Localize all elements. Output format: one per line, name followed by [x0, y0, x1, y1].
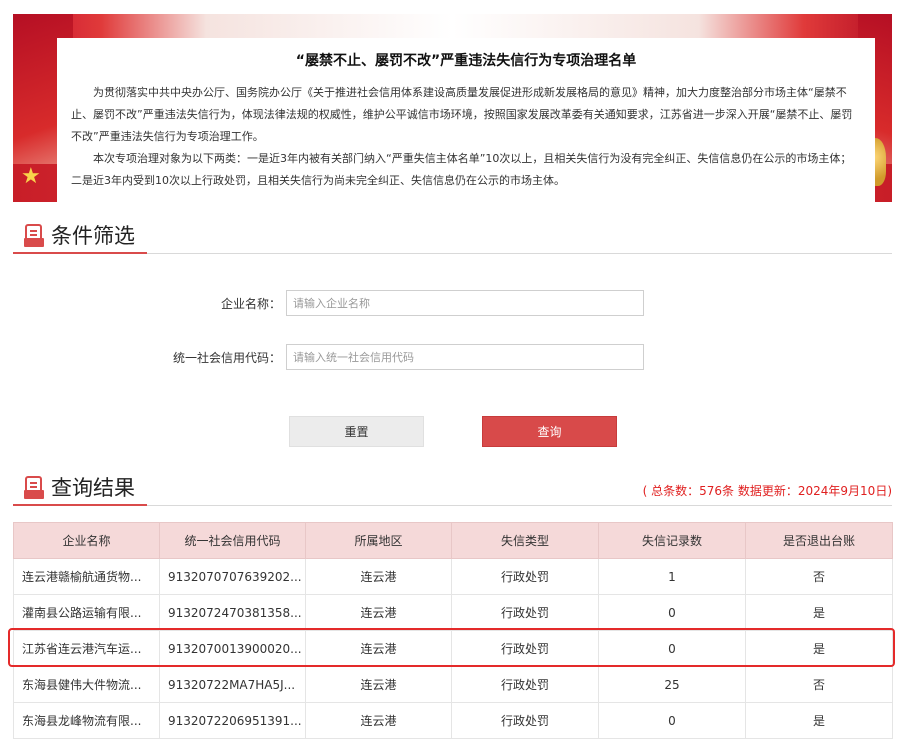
- query-button[interactable]: 查询: [482, 416, 617, 447]
- region-cell: 连云港: [305, 594, 452, 631]
- table-row[interactable]: 东海县龙峰物流有限... 9132072206951391... 连云港 行政处…: [13, 702, 893, 739]
- count-cell: 0: [598, 594, 746, 631]
- results-table: 企业名称 统一社会信用代码 所属地区 失信类型 失信记录数 是否退出台账 连云港…: [13, 522, 893, 739]
- document-list-icon: [23, 224, 45, 248]
- exited-cell: 是: [745, 630, 893, 667]
- region-cell: 连云港: [305, 702, 452, 739]
- table-header-row: 企业名称 统一社会信用代码 所属地区 失信类型 失信记录数 是否退出台账: [13, 522, 893, 559]
- notice-paragraph-2: 本次专项治理对象为以下两类：一是近3年内被有关部门纳入“严重失信主体名单”10次…: [71, 152, 852, 187]
- exited-cell: 是: [745, 594, 893, 631]
- column-header-count[interactable]: 失信记录数: [598, 522, 746, 559]
- credit-code-cell: 9132072206951391...: [159, 702, 306, 739]
- count-cell: 0: [598, 702, 746, 739]
- filter-section-title: 条件筛选: [51, 224, 135, 248]
- star-icon: ★: [21, 164, 41, 189]
- filter-section-header: 条件筛选: [13, 218, 892, 254]
- results-section-header: 查询结果 ( 总条数：576条 数据更新：2024年9月10日): [13, 470, 892, 506]
- company-name-cell[interactable]: 连云港赣榆航通货物...: [13, 558, 160, 595]
- notice-title: “屡禁不止、屡罚不改”严重违法失信行为专项治理名单: [295, 53, 637, 69]
- company-name-cell[interactable]: 灌南县公路运输有限...: [13, 594, 160, 631]
- credit-code-cell: 9132070707639202...: [159, 558, 306, 595]
- section-underline-accent: [13, 504, 147, 506]
- credit-code-cell: 91320722MA7HA5J...: [159, 666, 306, 703]
- count-cell: 25: [598, 666, 746, 703]
- company-name-input[interactable]: [286, 290, 644, 316]
- reset-button[interactable]: 重置: [289, 416, 424, 447]
- exited-cell: 是: [745, 702, 893, 739]
- region-cell: 连云港: [305, 666, 452, 703]
- exited-cell: 否: [745, 558, 893, 595]
- count-cell: 1: [598, 558, 746, 595]
- banner: ★ “屡禁不止、屡罚不改”严重违法失信行为专项治理名单 为贯彻落实中共中央办公厅…: [13, 14, 892, 202]
- type-cell: 行政处罚: [451, 594, 599, 631]
- credit-code-row: 统一社会信用代码：: [0, 344, 905, 370]
- credit-code-label: 统一社会信用代码：: [172, 351, 281, 365]
- company-name-cell[interactable]: 东海县健伟大件物流...: [13, 666, 160, 703]
- exited-cell: 否: [745, 666, 893, 703]
- section-underline-accent: [13, 252, 147, 254]
- company-name-row: 企业名称：: [0, 290, 905, 316]
- company-name-cell[interactable]: 东海县龙峰物流有限...: [13, 702, 160, 739]
- column-header-credit-code[interactable]: 统一社会信用代码: [159, 522, 306, 559]
- column-header-region[interactable]: 所属地区: [305, 522, 452, 559]
- table-row-highlighted[interactable]: 江苏省连云港汽车运... 9132070013900020... 连云港 行政处…: [13, 630, 893, 667]
- column-header-company[interactable]: 企业名称: [13, 522, 160, 559]
- table-row[interactable]: 连云港赣榆航通货物... 9132070707639202... 连云港 行政处…: [13, 558, 893, 595]
- credit-code-input[interactable]: [286, 344, 644, 370]
- credit-code-cell: 9132070013900020...: [159, 630, 306, 667]
- results-section-title: 查询结果: [51, 476, 135, 500]
- table-row[interactable]: 灌南县公路运输有限... 9132072470381358... 连云港 行政处…: [13, 594, 893, 631]
- type-cell: 行政处罚: [451, 702, 599, 739]
- notice-paragraph-1: 为贯彻落实中共中央办公厅、国务院办公厅《关于推进社会信用体系建设高质量发展促进形…: [71, 86, 853, 143]
- column-header-exited[interactable]: 是否退出台账: [745, 522, 893, 559]
- count-cell: 0: [598, 630, 746, 667]
- column-header-type[interactable]: 失信类型: [451, 522, 599, 559]
- results-summary: ( 总条数：576条 数据更新：2024年9月10日): [642, 484, 892, 498]
- type-cell: 行政处罚: [451, 558, 599, 595]
- credit-code-cell: 9132072470381358...: [159, 594, 306, 631]
- region-cell: 连云港: [305, 630, 452, 667]
- company-name-cell[interactable]: 江苏省连云港汽车运...: [13, 630, 160, 667]
- notice-panel: “屡禁不止、屡罚不改”严重违法失信行为专项治理名单 为贯彻落实中共中央办公厅、国…: [57, 38, 875, 202]
- region-cell: 连云港: [305, 558, 452, 595]
- type-cell: 行政处罚: [451, 630, 599, 667]
- table-row[interactable]: 东海县健伟大件物流... 91320722MA7HA5J... 连云港 行政处罚…: [13, 666, 893, 703]
- section-underline: [147, 505, 892, 506]
- company-name-label: 企业名称：: [220, 297, 281, 311]
- type-cell: 行政处罚: [451, 666, 599, 703]
- document-list-icon: [23, 476, 45, 500]
- section-underline: [147, 253, 892, 254]
